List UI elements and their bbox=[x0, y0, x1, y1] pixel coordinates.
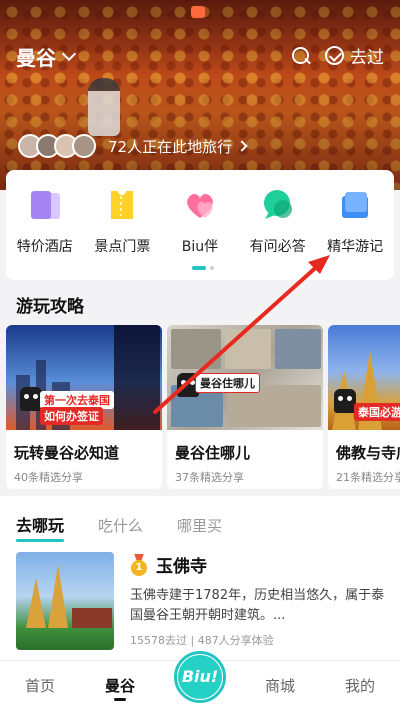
category-label: 有问必答 bbox=[249, 239, 306, 255]
hotel-icon bbox=[28, 188, 62, 222]
notebook-icon bbox=[338, 188, 372, 222]
category-notes[interactable]: 精华游记 bbox=[316, 188, 394, 256]
category-card: 特价酒店 景点门票 Biu伴 有问必答 精华游记 bbox=[6, 170, 394, 280]
place-image bbox=[16, 552, 114, 650]
guide-image: 第一次去泰国 如何办签证 bbox=[6, 325, 162, 430]
hero-shade bbox=[0, 0, 400, 190]
check-circle-icon bbox=[325, 46, 344, 65]
travelers-text: 72人正在此地旅行 bbox=[108, 137, 233, 156]
city-label: 曼谷 bbox=[16, 46, 56, 70]
guide-card[interactable]: 曼谷住哪儿 曼谷住哪儿 37条精选分享 bbox=[167, 325, 323, 489]
hero-banner bbox=[0, 0, 400, 190]
nav-me[interactable]: 我的 bbox=[320, 675, 400, 696]
guide-card[interactable]: 第一次去泰国 如何办签证 玩转曼谷必知道 40条精选分享 bbox=[6, 325, 162, 489]
rank-medal-icon bbox=[130, 554, 148, 576]
guide-banner: 曼谷住哪儿 bbox=[195, 373, 260, 393]
category-label: 精华游记 bbox=[327, 239, 384, 255]
page-indicator bbox=[192, 266, 214, 270]
app-badge-icon bbox=[191, 6, 205, 18]
tab-where-to-buy[interactable]: 哪里买 bbox=[177, 515, 222, 536]
indicator-dot-active bbox=[192, 266, 206, 270]
chevron-right-icon bbox=[236, 140, 248, 152]
category-label: Biu伴 bbox=[181, 239, 219, 255]
search-icon[interactable] bbox=[291, 46, 311, 66]
travelers-link[interactable]: 72人正在此地旅行 bbox=[18, 134, 248, 158]
guide-subtitle: 40条精选分享 bbox=[14, 471, 83, 484]
guide-image: 曼谷住哪儿 bbox=[167, 325, 323, 430]
category-label: 特价酒店 bbox=[16, 239, 73, 255]
nav-biu[interactable]: Biu! bbox=[160, 650, 240, 703]
tab-where-to-go[interactable]: 去哪玩 bbox=[16, 512, 65, 542]
guide-title: 佛教与寺庙 bbox=[336, 444, 400, 462]
guide-title: 曼谷住哪儿 bbox=[175, 444, 251, 462]
city-selector[interactable]: 曼谷 bbox=[16, 42, 77, 71]
place-name: 玉佛寺 bbox=[156, 557, 207, 577]
category-label: 景点门票 bbox=[94, 239, 151, 255]
nav-home[interactable]: 首页 bbox=[0, 675, 80, 696]
recommend-panel: 去哪玩 吃什么 哪里买 玉佛寺 玉佛寺建于1782年，历史相当悠久，属于泰国曼谷… bbox=[0, 496, 400, 660]
place-description: 玉佛寺建于1782年，历史相当悠久，属于泰国曼谷王朝开朝时建筑。... bbox=[130, 588, 385, 623]
chat-bubble-icon bbox=[261, 188, 295, 222]
guide-subtitle: 21条精选分享 bbox=[336, 471, 400, 484]
guide-title: 玩转曼谷必知道 bbox=[14, 444, 120, 462]
nav-city[interactable]: 曼谷 bbox=[80, 675, 160, 701]
header-actions: 去过 bbox=[291, 43, 384, 68]
went-button[interactable]: 去过 bbox=[325, 43, 384, 68]
guide-banner: 泰国必游 bbox=[354, 403, 400, 421]
hero-person bbox=[88, 78, 120, 136]
category-ticket[interactable]: 景点门票 bbox=[84, 187, 162, 256]
avatar bbox=[72, 134, 96, 158]
went-label: 去过 bbox=[350, 48, 384, 68]
heart-icon bbox=[183, 188, 217, 222]
avatar-group bbox=[18, 134, 96, 158]
category-hotel[interactable]: 特价酒店 bbox=[6, 188, 84, 256]
place-item[interactable]: 玉佛寺 玉佛寺建于1782年，历史相当悠久，属于泰国曼谷王朝开朝时建筑。... … bbox=[16, 552, 386, 652]
ticket-icon bbox=[105, 187, 139, 222]
tab-bar: 去哪玩 吃什么 哪里买 bbox=[16, 512, 222, 542]
guide-subtitle: 37条精选分享 bbox=[175, 471, 244, 484]
biu-label: Biu! bbox=[178, 654, 222, 699]
indicator-dot bbox=[210, 266, 214, 270]
bottom-nav: 首页 曼谷 Biu! 商城 我的 bbox=[0, 650, 400, 710]
section-title: 游玩攻略 bbox=[16, 297, 84, 317]
biu-button[interactable]: Biu! bbox=[174, 650, 226, 703]
guides-carousel[interactable]: 第一次去泰国 如何办签证 玩转曼谷必知道 40条精选分享 曼谷住哪儿 曼谷住哪儿… bbox=[6, 325, 400, 490]
guide-card[interactable]: 泰国必游 佛教与寺庙 21条精选分享 bbox=[328, 325, 400, 489]
nav-mall[interactable]: 商城 bbox=[240, 675, 320, 696]
category-biu[interactable]: Biu伴 bbox=[161, 188, 239, 256]
category-qa[interactable]: 有问必答 bbox=[239, 188, 317, 256]
guide-banner: 如何办签证 bbox=[40, 407, 103, 425]
guide-image: 泰国必游 bbox=[328, 325, 400, 430]
tab-what-to-eat[interactable]: 吃什么 bbox=[98, 515, 143, 536]
place-meta: 15578去过 | 487人分享体验 bbox=[130, 634, 274, 647]
chevron-down-icon bbox=[61, 46, 77, 62]
